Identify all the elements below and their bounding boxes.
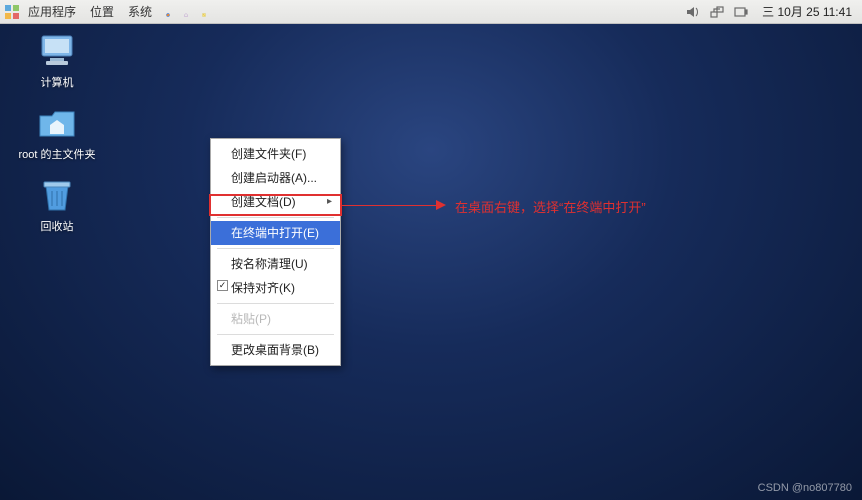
battery-icon[interactable] [732, 3, 750, 21]
computer-icon [36, 32, 78, 70]
checkbox-checked-icon: ✓ [217, 280, 228, 291]
panel-left: 应用程序 位置 系统 [4, 1, 212, 22]
trash-icon [36, 176, 78, 214]
computer-label: 计算机 [12, 74, 102, 90]
menu-applications[interactable]: 应用程序 [22, 1, 82, 22]
ctx-keep-aligned[interactable]: ✓ 保持对齐(K) [211, 276, 340, 300]
ctx-separator [217, 303, 334, 304]
menu-system[interactable]: 系统 [122, 1, 158, 22]
apps-menu-icon[interactable] [4, 4, 20, 20]
home-launcher-icon[interactable] [178, 4, 194, 20]
desktop-context-menu: 创建文件夹(F) 创建启动器(A)... 创建文档(D) 在终端中打开(E) 按… [210, 138, 341, 366]
desktop-icons: 计算机 root 的主文件夹 回收站 [12, 32, 102, 234]
ctx-keep-aligned-label: 保持对齐(K) [231, 281, 295, 295]
ctx-create-folder[interactable]: 创建文件夹(F) [211, 142, 340, 166]
ctx-create-launcher[interactable]: 创建启动器(A)... [211, 166, 340, 190]
ctx-cleanup-by-name[interactable]: 按名称清理(U) [211, 252, 340, 276]
ctx-separator [217, 334, 334, 335]
ctx-change-background[interactable]: 更改桌面背景(B) [211, 338, 340, 362]
desktop-icon-home[interactable]: root 的主文件夹 [12, 104, 102, 162]
network-icon[interactable] [708, 3, 726, 21]
panel-right: 三 10月 25 11:41 [684, 3, 858, 21]
ctx-open-terminal[interactable]: 在终端中打开(E) [211, 221, 340, 245]
annotation-arrow-head [436, 200, 446, 210]
ctx-separator [217, 217, 334, 218]
annotation-arrow-line [342, 205, 442, 206]
top-panel: 应用程序 位置 系统 三 10月 25 11:41 [0, 0, 862, 24]
folder-home-icon [36, 104, 78, 142]
firefox-icon[interactable] [160, 4, 176, 20]
volume-icon[interactable] [684, 3, 702, 21]
clock[interactable]: 三 10月 25 11:41 [756, 3, 858, 20]
ctx-create-document[interactable]: 创建文档(D) [211, 190, 340, 214]
trash-label: 回收站 [12, 218, 102, 234]
annotation-text: 在桌面右键，选择“在终端中打开” [455, 197, 646, 216]
home-label: root 的主文件夹 [12, 146, 102, 162]
notes-icon[interactable] [196, 4, 212, 20]
watermark: CSDN @no807780 [758, 482, 852, 494]
desktop-icon-computer[interactable]: 计算机 [12, 32, 102, 90]
ctx-separator [217, 248, 334, 249]
ctx-paste: 粘贴(P) [211, 307, 340, 331]
menu-places[interactable]: 位置 [84, 1, 120, 22]
desktop-icon-trash[interactable]: 回收站 [12, 176, 102, 234]
